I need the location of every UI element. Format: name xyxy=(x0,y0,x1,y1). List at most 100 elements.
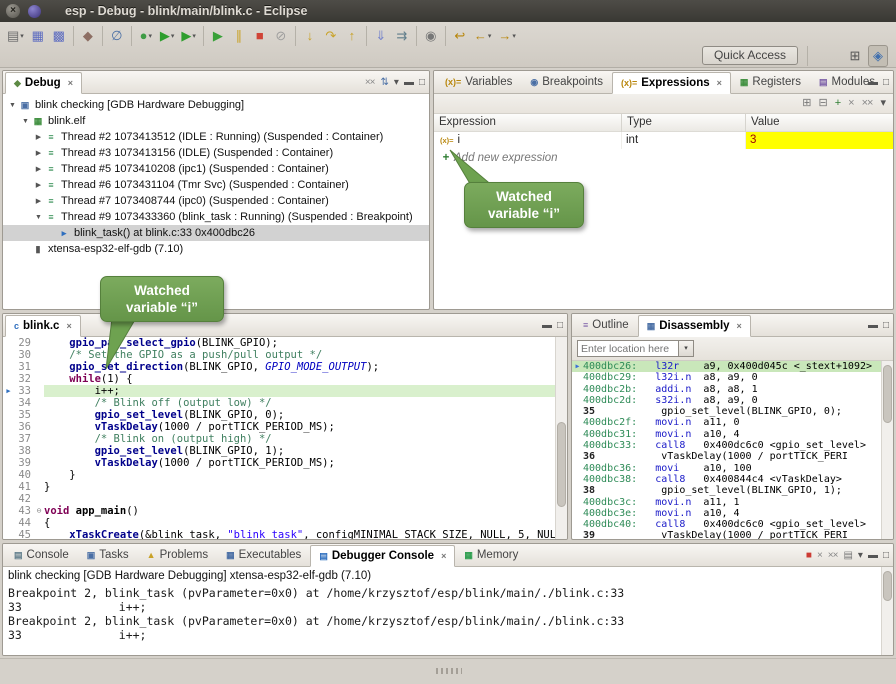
step-into-icon[interactable]: ↓ xyxy=(300,25,320,47)
window-close-button[interactable]: × xyxy=(6,4,20,18)
debug-icon[interactable]: ●▾ xyxy=(136,25,156,47)
code-line[interactable]: 31 gpio_set_direction(BLINK_GPIO, GPIO_M… xyxy=(3,361,555,373)
disassembly-line[interactable]: 400dbc3e: movi.n a10, 4 xyxy=(572,508,881,519)
column-header-expression[interactable]: Expression xyxy=(434,114,622,132)
save-all-icon[interactable]: ▩ xyxy=(49,25,69,47)
tab-expressions[interactable]: (x)=Expressions× xyxy=(612,72,731,94)
tab-disassembly[interactable]: ▦Disassembly× xyxy=(638,315,751,337)
resume-icon[interactable]: ▶ xyxy=(208,25,228,47)
suspend-icon[interactable]: ∥ xyxy=(229,25,249,47)
minimize-icon[interactable]: ▬ xyxy=(542,319,551,332)
code-line[interactable]: 40 } xyxy=(3,469,555,481)
console-scrollbar[interactable] xyxy=(881,567,893,655)
open-perspective-icon[interactable]: ⊞ xyxy=(845,45,865,67)
collapse-icon[interactable]: ▼ xyxy=(20,118,31,125)
show-type-names-icon[interactable]: ⊞ xyxy=(802,97,810,110)
code-line[interactable]: 30 /* Set the GPIO as a push/pull output… xyxy=(3,349,555,361)
collapse-icon[interactable]: ▼ xyxy=(33,214,44,221)
fold-icon[interactable]: ⊖ xyxy=(34,505,44,517)
collapse-icon[interactable]: ▼ xyxy=(7,102,18,109)
console-output[interactable]: blink checking [GDB Hardware Debugging] … xyxy=(3,567,881,655)
disassembly-line[interactable]: 400dbc38: call8 0x400844c4 <vTaskDelay> xyxy=(572,474,881,485)
disassembly-line[interactable]: 36 vTaskDelay(1000 / portTICK_PERI xyxy=(572,451,881,462)
disassembly-line[interactable]: 400dbc36: movi a10, 100 xyxy=(572,463,881,474)
column-header-type[interactable]: Type xyxy=(622,114,746,132)
expression-row[interactable]: (x)=iint3 xyxy=(434,132,893,149)
scrollbar-thumb[interactable] xyxy=(883,365,892,423)
scrollbar-thumb[interactable] xyxy=(557,422,566,507)
view-menu-icon[interactable]: ▾ xyxy=(858,549,862,562)
disassembly-line[interactable]: ▶400dbc26: l32r a9, 0x400d045c <_stext+1… xyxy=(572,361,881,372)
code-line[interactable]: 36 vTaskDelay(1000 / portTICK_PERIOD_MS)… xyxy=(3,421,555,433)
quick-access-button[interactable]: Quick Access xyxy=(702,46,798,65)
minimize-icon[interactable]: ▬ xyxy=(868,549,877,562)
debug-tree-item[interactable]: ▶≡Thread #6 1073431104 (Tmr Svc) (Suspen… xyxy=(3,177,429,193)
dropdown-arrow-icon[interactable]: ▾ xyxy=(488,32,492,40)
maximize-icon[interactable]: □ xyxy=(419,76,424,89)
clear-console-icon[interactable]: ▤ xyxy=(843,549,851,562)
disassembly-line[interactable]: 400dbc33: call8 0x400dc6c0 <gpio_set_lev… xyxy=(572,440,881,451)
build-icon[interactable]: ◆ xyxy=(78,25,98,47)
dropdown-arrow-icon[interactable]: ▾ xyxy=(192,32,196,40)
expand-icon[interactable]: ▶ xyxy=(33,181,44,189)
close-tab-icon[interactable]: × xyxy=(737,321,742,331)
run-icon[interactable]: ▶▾ xyxy=(157,25,178,47)
disassembly-listing[interactable]: ▶400dbc26: l32r a9, 0x400d045c <_stext+1… xyxy=(572,361,881,539)
disassembly-line[interactable]: 400dbc29: l32i.n a8, a9, 0 xyxy=(572,372,881,383)
expand-icon[interactable]: ▶ xyxy=(33,165,44,173)
debug-tree-item[interactable]: ▶≡Thread #7 1073408744 (ipc0) (Suspended… xyxy=(3,193,429,209)
code-line[interactable]: 42 xyxy=(3,493,555,505)
code-line[interactable]: 34 /* Blink off (output low) */ xyxy=(3,397,555,409)
remove-all-icon[interactable]: ×× xyxy=(862,97,873,110)
maximize-icon[interactable]: □ xyxy=(883,76,888,89)
terminate-icon[interactable]: ■ xyxy=(250,25,270,47)
debug-perspective-icon[interactable]: ◈ xyxy=(868,45,888,67)
debug-tree-item[interactable]: ▮xtensa-esp32-elf-gdb (7.10) xyxy=(3,241,429,257)
code-line[interactable]: 44{ xyxy=(3,517,555,529)
disassembly-line[interactable]: 400dbc2b: addi.n a8, a8, 1 xyxy=(572,384,881,395)
external-tools-icon[interactable]: ▶▾ xyxy=(178,25,199,47)
code-line[interactable]: 37 /* Blink on (output high) */ xyxy=(3,433,555,445)
code-line[interactable]: 38 gpio_set_level(BLINK_GPIO, 1); xyxy=(3,445,555,457)
maximize-icon[interactable]: □ xyxy=(557,319,562,332)
tab-variables[interactable]: (x)=Variables xyxy=(436,71,521,93)
code-editor[interactable]: 29 gpio_pad_select_gpio(BLINK_GPIO);30 /… xyxy=(3,337,555,539)
column-header-value[interactable]: Value xyxy=(746,114,893,132)
scrollbar-thumb[interactable] xyxy=(883,571,892,601)
tab-problems[interactable]: ▲Problems xyxy=(138,544,218,566)
expand-icon[interactable]: ▶ xyxy=(33,197,44,205)
thread-presentation-icon[interactable]: ⇅ xyxy=(381,76,388,89)
tab-console[interactable]: ▤Console xyxy=(5,544,78,566)
tab-breakpoints[interactable]: ◉Breakpoints xyxy=(521,71,612,93)
remove-all-terminated-icon[interactable]: ×× xyxy=(365,76,375,89)
debug-tree-item[interactable]: ▼▦blink.elf xyxy=(3,113,429,129)
remove-launch-icon[interactable]: × xyxy=(817,549,822,562)
close-tab-icon[interactable]: × xyxy=(68,78,73,88)
code-line[interactable]: 45 xTaskCreate(&blink_task, "blink_task"… xyxy=(3,529,555,539)
code-line[interactable]: 35 gpio_set_level(BLINK_GPIO, 0); xyxy=(3,409,555,421)
view-menu-icon[interactable]: ▾ xyxy=(394,76,398,89)
maximize-icon[interactable]: □ xyxy=(883,549,888,562)
code-line[interactable]: ▶33 i++; xyxy=(3,385,555,397)
editor-scrollbar[interactable] xyxy=(555,337,567,539)
disconnect-icon[interactable]: ⊘ xyxy=(271,25,291,47)
debug-tree-item[interactable]: ▶≡Thread #5 1073410208 (ipc1) (Suspended… xyxy=(3,161,429,177)
tab-outline[interactable]: ≡Outline xyxy=(574,314,638,336)
minimize-icon[interactable]: ▬ xyxy=(868,319,877,332)
debug-tree-item[interactable]: ▼▣blink checking [GDB Hardware Debugging… xyxy=(3,97,429,113)
expressions-table[interactable]: (x)=iint3 xyxy=(434,132,893,149)
close-tab-icon[interactable]: × xyxy=(717,78,722,88)
dropdown-arrow-icon[interactable]: ▾ xyxy=(171,32,175,40)
debug-tree-item[interactable]: ▸blink_task() at blink.c:33 0x400dbc26 xyxy=(3,225,429,241)
tab-memory[interactable]: ▦Memory xyxy=(455,544,527,566)
expand-icon[interactable]: ▶ xyxy=(33,149,44,157)
close-tab-icon[interactable]: × xyxy=(441,551,446,561)
tab-executables[interactable]: ▦Executables xyxy=(217,544,310,566)
location-input[interactable] xyxy=(577,340,679,357)
step-over-icon[interactable]: ↷ xyxy=(321,25,341,47)
close-tab-icon[interactable]: × xyxy=(66,321,71,331)
remove-all-launches-icon[interactable]: ×× xyxy=(828,549,838,562)
skip-all-breakpoints-icon[interactable]: ∅ xyxy=(107,25,127,47)
disassembly-scrollbar[interactable] xyxy=(881,361,893,539)
debug-tree-item[interactable]: ▶≡Thread #2 1073413512 (IDLE : Running) … xyxy=(3,129,429,145)
